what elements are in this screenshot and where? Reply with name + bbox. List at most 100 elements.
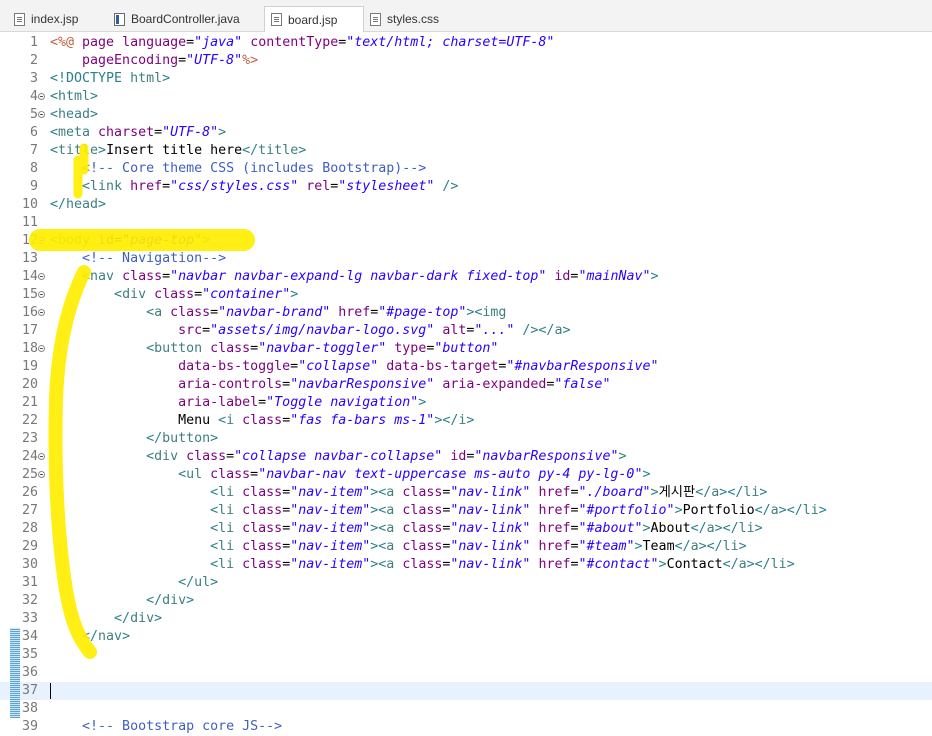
fold-toggle-icon[interactable] <box>38 309 45 316</box>
code-line[interactable]: 2 pageEncoding="UTF-8"%> <box>0 52 932 70</box>
code-token: < <box>82 179 91 194</box>
code-token: li <box>218 557 243 572</box>
code-line[interactable]: 36 <box>0 664 932 682</box>
code-token: = <box>250 341 259 356</box>
code-token: "nav-link" <box>450 503 531 518</box>
code-line[interactable]: 17 src="assets/img/navbar-logo.svg" alt=… <box>0 322 932 340</box>
code-line[interactable]: 23 </button> <box>0 430 932 448</box>
line-number: 37 <box>21 683 38 698</box>
jsp-file-icon <box>14 12 25 26</box>
code-token: > <box>818 503 827 518</box>
code-token: > <box>98 143 107 158</box>
code-token: nav <box>98 629 123 644</box>
tab-index-jsp[interactable]: index.jsp <box>14 6 78 32</box>
code-token: </ <box>442 413 459 428</box>
fold-toggle-icon[interactable] <box>38 453 45 460</box>
code-token: a <box>386 539 403 554</box>
code-line[interactable]: 35 <box>0 646 932 664</box>
fold-toggle-icon[interactable] <box>38 93 45 100</box>
code-line[interactable]: 27 <li class="nav-item"><a class="nav-li… <box>0 502 932 520</box>
code-token: = <box>154 125 163 140</box>
code-token: id <box>450 449 467 464</box>
code-line[interactable]: 30 <li class="nav-item"><a class="nav-li… <box>0 556 932 574</box>
code-token: href <box>538 557 571 572</box>
code-line[interactable]: 32 </div> <box>0 592 932 610</box>
code-line[interactable]: 5 <head> <box>0 106 932 124</box>
line-number: 38 <box>21 701 38 716</box>
code-line[interactable]: 19 data-bs-toggle="collapse" data-bs-tar… <box>0 358 932 376</box>
code-line[interactable]: 21 aria-label="Toggle navigation"> <box>0 394 932 412</box>
code-line[interactable]: 18 <button class="navbar-toggler" type="… <box>0 340 932 358</box>
code-line[interactable]: 26 <li class="nav-item"><a class="nav-li… <box>0 484 932 502</box>
code-line[interactable]: 34 </nav> <box>0 628 932 646</box>
code-line[interactable]: 25 <ul class="navbar-nav text-uppercase … <box>0 466 932 484</box>
fold-toggle-icon[interactable] <box>38 111 45 118</box>
code-token: = <box>114 233 123 248</box>
code-text: <li class="nav-item"><a class="nav-link"… <box>50 520 763 538</box>
code-token: "nav-item" <box>290 521 371 536</box>
code-token: title <box>258 143 299 158</box>
code-line[interactable]: 16 <a class="navbar-brand" href="#page-t… <box>0 304 932 322</box>
code-line[interactable]: 28 <li class="nav-item"><a class="nav-li… <box>0 520 932 538</box>
code-text: <link href="css/styles.css" rel="stylesh… <box>50 178 458 196</box>
code-token: > <box>90 107 99 122</box>
fold-toggle-icon[interactable] <box>38 237 45 244</box>
fold-toggle-icon[interactable] <box>38 471 45 478</box>
code-token: class <box>242 539 283 554</box>
code-token: li <box>218 521 243 536</box>
code-token: "UTF-8" <box>162 125 219 140</box>
code-line[interactable]: 8 <!-- Core theme CSS (includes Bootstra… <box>0 160 932 178</box>
code-token: </ <box>754 557 771 572</box>
fold-toggle-icon[interactable] <box>38 273 45 280</box>
code-line[interactable]: 38 <box>0 700 932 718</box>
code-line[interactable]: 13 <!-- Navigation--> <box>0 250 932 268</box>
line-number: 35 <box>21 647 38 662</box>
code-token: = <box>162 269 171 284</box>
code-line[interactable]: 15 <div class="container"> <box>0 286 932 304</box>
code-line[interactable]: 9 <link href="css/styles.css" rel="style… <box>0 178 932 196</box>
code-token: "page-top" <box>122 233 203 248</box>
code-line[interactable]: 6 <meta charset="UTF-8"> <box>0 124 932 142</box>
code-line[interactable]: 31 </ul> <box>0 574 932 592</box>
code-editor[interactable]: 1 <%@ page language="java" contentType="t… <box>0 32 932 734</box>
fold-toggle-icon[interactable] <box>38 291 45 298</box>
code-line[interactable]: 10 </head> <box>0 196 932 214</box>
tab-board-jsp[interactable]: board.jsp <box>264 6 364 32</box>
code-token: > <box>759 485 768 500</box>
code-token: < <box>146 449 155 464</box>
code-line[interactable]: 33 </div> <box>0 610 932 628</box>
code-line[interactable]: 7 <title>Insert title here</title> <box>0 142 932 160</box>
code-token: "..." <box>474 323 515 338</box>
code-line[interactable]: 3 <!DOCTYPE html> <box>0 70 932 88</box>
code-line[interactable]: 29 <li class="nav-item"><a class="nav-li… <box>0 538 932 556</box>
code-token: "navbar-brand" <box>218 305 331 320</box>
line-number: 6 <box>29 125 38 140</box>
code-token: "UTF-8" <box>186 53 243 68</box>
code-token: < <box>82 269 91 284</box>
code-token: Portfolio <box>682 503 755 518</box>
code-line[interactable]: 11 <box>0 214 932 232</box>
code-line[interactable]: 20 aria-controls="navbarResponsive" aria… <box>0 376 932 394</box>
line-number: 23 <box>21 431 38 446</box>
code-line[interactable]: 4 <html> <box>0 88 932 106</box>
code-text: <li class="nav-item"><a class="nav-link"… <box>50 484 767 502</box>
code-token: </ <box>242 143 259 158</box>
code-token: <!DOCTYPE <box>50 71 131 86</box>
code-line[interactable]: 14 <nav class="navbar navbar-expand-lg n… <box>0 268 932 286</box>
code-line[interactable]: 1 <%@ page language="java" contentType="t… <box>0 34 932 52</box>
code-token: > <box>650 269 659 284</box>
code-token: type <box>394 341 427 356</box>
code-line[interactable]: 37 <box>0 682 932 700</box>
code-line[interactable]: 39 <!-- Bootstrap core JS--> <box>0 718 932 736</box>
code-line[interactable]: 22 Menu <i class="fas fa-bars ms-1"></i> <box>0 412 932 430</box>
fold-toggle-icon[interactable] <box>38 345 45 352</box>
text-caret <box>50 683 51 699</box>
tab-styles-css[interactable]: styles.css <box>370 6 439 32</box>
tab-boardcontroller-java[interactable]: BoardController.java <box>114 6 240 32</box>
code-line[interactable]: 12 <body id="page-top"> <box>0 232 932 250</box>
code-token: button <box>154 341 211 356</box>
code-line[interactable]: 24 <div class="collapse navbar-collapse"… <box>0 448 932 466</box>
